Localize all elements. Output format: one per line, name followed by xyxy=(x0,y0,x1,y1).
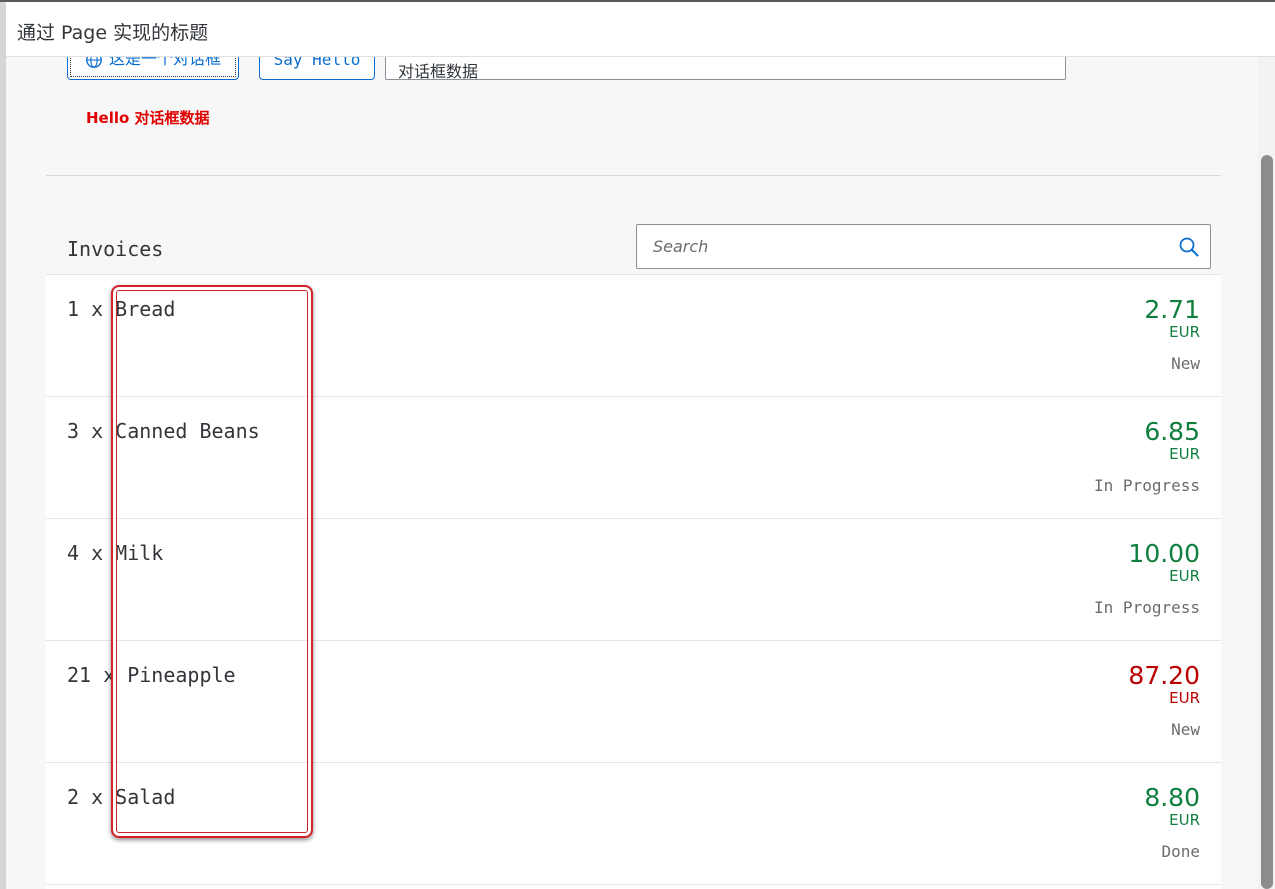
invoice-quantity: 1 x xyxy=(67,297,104,321)
invoice-list: 1 x Bread 2.71 EUR New 3 x Canned Beans … xyxy=(46,275,1221,885)
invoice-status: In Progress xyxy=(1094,598,1200,617)
invoice-product: Canned Beans xyxy=(115,419,260,443)
invoice-amount: 6.85 xyxy=(1144,417,1200,446)
invoice-quantity-product: 1 x Bread xyxy=(67,297,175,321)
invoice-product: Salad xyxy=(115,785,176,809)
invoice-quantity: 4 x xyxy=(67,541,104,565)
name-input-value: 对话框数据 xyxy=(398,62,479,81)
invoice-amount: 8.80 xyxy=(1144,783,1200,812)
say-hello-button[interactable]: Say Hello xyxy=(259,57,375,80)
invoice-list-panel: Invoices 1 x Bread 2.71 EUR New xyxy=(46,204,1221,889)
app-window: 通过 Page 实现的标题 这是一个对话框 Say Hello 对话框数据 He… xyxy=(0,0,1275,889)
invoice-currency: EUR xyxy=(1169,811,1200,829)
search-icon[interactable] xyxy=(1178,236,1200,258)
invoice-quantity-product: 3 x Canned Beans xyxy=(67,419,260,443)
invoice-currency: EUR xyxy=(1169,567,1200,585)
invoice-item[interactable]: 4 x Milk 10.00 EUR In Progress xyxy=(46,519,1221,641)
invoice-quantity: 3 x xyxy=(67,419,104,443)
search-field[interactable] xyxy=(636,224,1211,269)
invoice-quantity-product: 21 x Pineapple xyxy=(67,663,236,687)
invoice-quantity: 2 x xyxy=(67,785,104,809)
hello-message: Hello 对话框数据 xyxy=(86,109,210,127)
open-dialog-button[interactable]: 这是一个对话框 xyxy=(67,57,239,80)
invoice-quantity-product: 4 x Milk xyxy=(67,541,163,565)
invoice-status: New xyxy=(1171,354,1200,373)
invoice-item[interactable]: 1 x Bread 2.71 EUR New xyxy=(46,275,1221,397)
search-input[interactable] xyxy=(638,226,1158,267)
section-divider xyxy=(46,175,1221,176)
invoice-quantity-product: 2 x Salad xyxy=(67,785,175,809)
invoice-status: In Progress xyxy=(1094,476,1200,495)
invoice-item[interactable]: 21 x Pineapple 87.20 EUR New xyxy=(46,641,1221,763)
invoice-currency: EUR xyxy=(1169,323,1200,341)
invoice-product: Bread xyxy=(115,297,176,321)
invoice-amount: 87.20 xyxy=(1128,661,1200,690)
scrollbar-thumb[interactable] xyxy=(1261,155,1273,889)
invoice-amount: 2.71 xyxy=(1144,295,1200,324)
page-title: 通过 Page 实现的标题 xyxy=(17,22,209,44)
say-hello-button-label: Say Hello xyxy=(273,57,361,69)
open-dialog-button-label: 这是一个对话框 xyxy=(108,57,221,68)
invoice-list-header: Invoices xyxy=(46,204,1221,275)
name-input[interactable]: 对话框数据 xyxy=(385,57,1066,81)
invoice-item[interactable]: 3 x Canned Beans 6.85 EUR In Progress xyxy=(46,397,1221,519)
page-content[interactable]: 这是一个对话框 Say Hello 对话框数据 Hello 对话框数据 Invo… xyxy=(6,57,1258,889)
invoice-product: Milk xyxy=(115,541,164,565)
invoice-item[interactable]: 2 x Salad 8.80 EUR Done xyxy=(46,763,1221,885)
invoice-product: Pineapple xyxy=(127,663,236,687)
page-header: 通过 Page 实现的标题 xyxy=(6,2,1275,57)
invoice-status: New xyxy=(1171,720,1200,739)
invoice-quantity: 21 x xyxy=(67,663,116,687)
invoice-status: Done xyxy=(1161,842,1200,861)
globe-icon xyxy=(86,57,102,68)
invoice-currency: EUR xyxy=(1169,445,1200,463)
invoice-list-title: Invoices xyxy=(67,237,164,261)
invoice-amount: 10.00 xyxy=(1128,539,1200,568)
invoice-currency: EUR xyxy=(1169,689,1200,707)
